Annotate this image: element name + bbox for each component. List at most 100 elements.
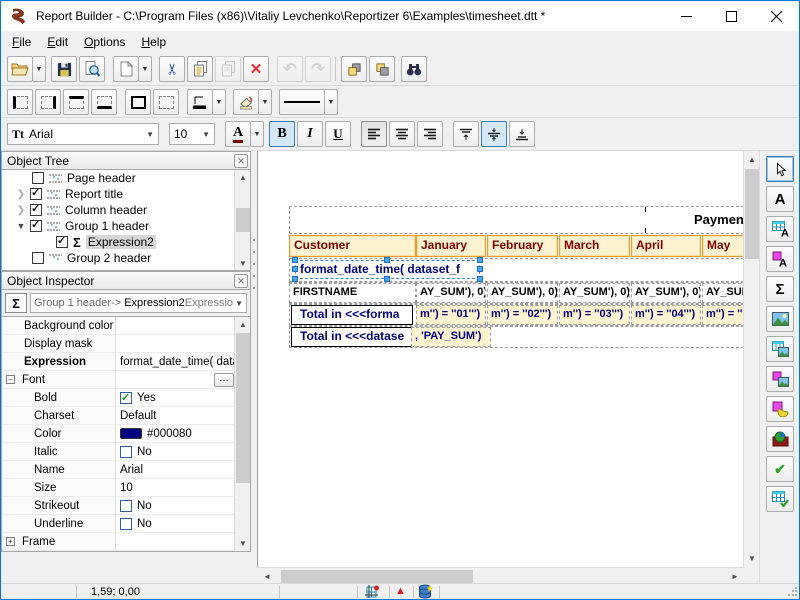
db-checkbox-tool[interactable] — [766, 486, 794, 512]
picture-tool[interactable] — [766, 306, 794, 332]
scroll-thumb[interactable] — [745, 169, 759, 259]
prop-value[interactable]: #000080 — [116, 428, 250, 440]
chart-tool[interactable] — [766, 426, 794, 452]
scroll-up-arrow[interactable]: ▲ — [235, 317, 251, 332]
chevron-down-icon[interactable]: ▼ — [16, 221, 26, 231]
scroll-up-arrow[interactable]: ▲ — [744, 152, 760, 167]
prop-size[interactable]: Size 10 — [2, 479, 250, 497]
prop-italic[interactable]: Italic No — [2, 443, 250, 461]
paste-button[interactable] — [215, 56, 241, 82]
prop-value[interactable]: 10 — [116, 482, 250, 494]
prop-expression[interactable]: Expression format_date_time( data — [2, 353, 250, 371]
chevron-right-icon[interactable]: ❯ — [16, 205, 26, 216]
font-color-button[interactable]: A — [225, 121, 251, 147]
tree-item-expression2[interactable]: ✓ Σ Expression2 — [2, 234, 250, 250]
group-footer-cell[interactable]: m'') = ''02''') — [487, 305, 558, 325]
db-text-tool[interactable]: A — [766, 216, 794, 242]
maximize-button[interactable] — [709, 1, 754, 31]
column-header-cell[interactable]: March — [559, 235, 630, 257]
underline-button[interactable]: U — [325, 121, 351, 147]
checkbox[interactable]: ✓ — [30, 188, 42, 200]
report-design-canvas[interactable]: Payment Customer January February March … — [257, 151, 745, 567]
object-selector-combo[interactable]: Group 1 header-> Expression2 Expressio ▼ — [30, 293, 247, 313]
resize-grip[interactable] — [787, 587, 797, 597]
checkbox[interactable]: ✓ — [56, 236, 68, 248]
fill-color-dropdown[interactable]: ▼ — [259, 89, 272, 115]
undo-button[interactable]: ↶ — [277, 56, 303, 82]
new-page-dropdown[interactable]: ▼ — [139, 56, 152, 82]
title-band-cell[interactable]: Payment — [694, 212, 745, 227]
menu-options[interactable]: Options — [76, 33, 133, 51]
detail-cell[interactable]: AY_SUM' — [702, 283, 745, 303]
expression-picture-tool[interactable] — [766, 366, 794, 392]
object-tree-close-icon[interactable]: ✕ — [234, 154, 248, 168]
color-swatch[interactable] — [120, 428, 142, 439]
scroll-down-arrow[interactable]: ▼ — [744, 551, 760, 566]
checkbox[interactable] — [120, 500, 132, 512]
prop-value[interactable]: format_date_time( data — [116, 356, 250, 368]
group-footer-total-cell[interactable]: Total in <<<forma — [291, 305, 413, 325]
prop-value[interactable]: No — [116, 500, 250, 512]
prop-name-row[interactable]: Name Arial — [2, 461, 250, 479]
selection-handle[interactable] — [384, 257, 390, 263]
expression-text-tool[interactable]: A — [766, 246, 794, 272]
checkbox[interactable]: ✓ — [32, 252, 44, 264]
checkbox[interactable] — [120, 518, 132, 530]
select-tool[interactable] — [766, 156, 794, 182]
marker-triangle-icon[interactable]: ▲ — [395, 585, 406, 597]
frame-top-button[interactable] — [63, 89, 89, 115]
save-button[interactable] — [51, 56, 77, 82]
group-footer-cell[interactable]: m'') = ''03''') — [559, 305, 630, 325]
detail-cell[interactable]: FIRSTNAME — [289, 283, 416, 303]
checkbox[interactable]: ✓ — [32, 172, 44, 184]
checkbox[interactable] — [120, 446, 132, 458]
bring-to-front-button[interactable] — [341, 56, 367, 82]
detail-cell[interactable]: AY_SUM'), 0) — [559, 283, 630, 303]
selection-handle[interactable] — [477, 266, 483, 272]
db-picture-tool[interactable] — [766, 336, 794, 362]
menu-edit[interactable]: Edit — [39, 33, 76, 51]
tree-item-column-header[interactable]: ❯ ✓ Column header — [2, 202, 250, 218]
selection-handle[interactable] — [292, 257, 298, 263]
scroll-right-arrow[interactable]: ► — [727, 569, 743, 584]
line-style-dropdown[interactable]: ▼ — [325, 89, 338, 115]
object-inspector-close-icon[interactable]: ✕ — [234, 274, 248, 288]
snap-grid-icon[interactable] — [365, 585, 381, 599]
prop-value[interactable]: No — [116, 446, 250, 458]
menu-help[interactable]: Help — [133, 33, 174, 51]
tree-item-report-title[interactable]: ❯ ✓ Report title — [2, 186, 250, 202]
shape-tool[interactable] — [766, 396, 794, 422]
line-style-button[interactable] — [279, 89, 325, 115]
text-tool[interactable]: A — [766, 186, 794, 212]
scroll-left-arrow[interactable]: ◄ — [259, 569, 275, 584]
open-dropdown[interactable]: ▼ — [33, 56, 46, 82]
expand-icon[interactable]: + — [6, 537, 15, 546]
group-footer-cell[interactable]: m'') = ''04''') — [631, 305, 701, 325]
frame-all-button[interactable] — [125, 89, 151, 115]
prop-charset[interactable]: Charset Default — [2, 407, 250, 425]
font-color-dropdown[interactable]: ▼ — [251, 121, 264, 147]
selection-handle[interactable] — [477, 257, 483, 263]
prop-frame-group[interactable]: + Frame — [2, 533, 250, 551]
scroll-up-arrow[interactable]: ▲ — [235, 170, 251, 185]
prop-font-group[interactable]: − Font … — [2, 371, 250, 389]
prop-background-color[interactable]: Background color — [2, 317, 250, 335]
report-footer-total-cell[interactable]: Total in <<<datase — [291, 327, 413, 347]
prop-value[interactable]: No — [116, 518, 250, 530]
column-header-cell[interactable]: April — [631, 235, 701, 257]
prop-display-mask[interactable]: Display mask — [2, 335, 250, 353]
border-style-dropdown[interactable]: ▼ — [213, 89, 226, 115]
chevron-right-icon[interactable]: ❯ — [16, 189, 26, 200]
font-dialog-button[interactable]: … — [214, 373, 234, 387]
prop-bold[interactable]: Bold Yes — [2, 389, 250, 407]
open-button[interactable] — [7, 56, 33, 82]
frame-bottom-button[interactable] — [91, 89, 117, 115]
aggregate-tool[interactable]: Σ — [766, 276, 794, 302]
prop-underline[interactable]: Underline No — [2, 515, 250, 533]
align-right-button[interactable] — [417, 121, 443, 147]
panel-splitter[interactable] — [252, 236, 256, 296]
print-preview-button[interactable] — [79, 56, 105, 82]
scroll-thumb[interactable] — [281, 570, 473, 583]
align-center-button[interactable] — [389, 121, 415, 147]
report-title-band[interactable]: Payment — [289, 206, 745, 234]
